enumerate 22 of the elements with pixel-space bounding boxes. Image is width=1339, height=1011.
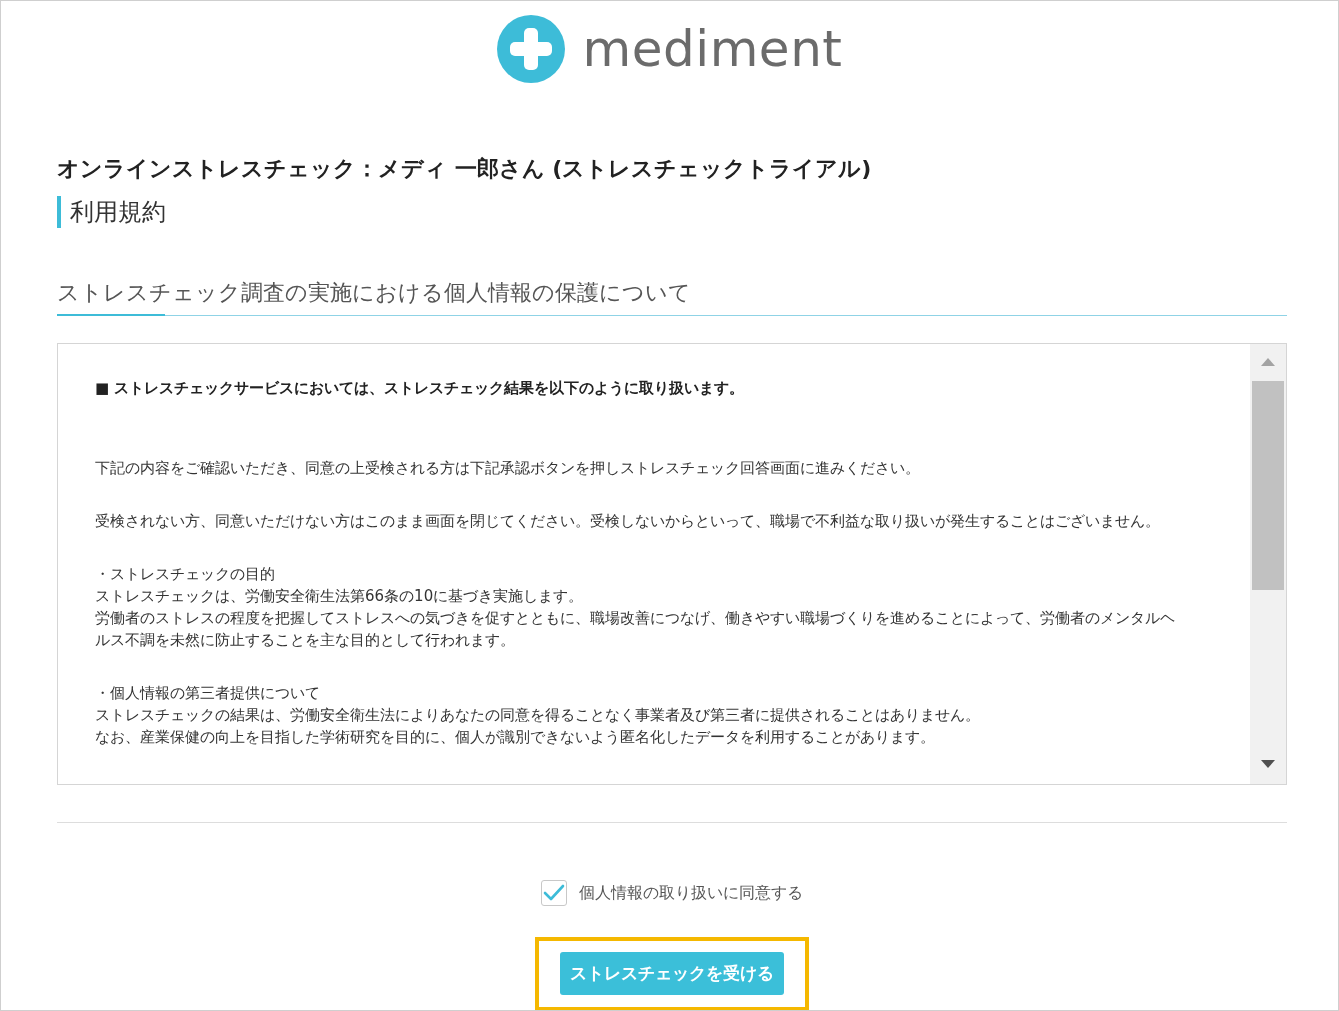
logo-plus-icon xyxy=(496,15,565,83)
section-heading: ストレスチェック調査の実施における個人情報の保護について xyxy=(57,279,692,307)
terms-text: なお、産業保健の向上を目指した学術研究を目的に、個人が識別できないよう匿名化したデータを利用することがあります。 xyxy=(95,727,936,748)
page-subtitle: 利用規約 xyxy=(57,196,166,228)
agree-label: 個人情報の取り扱いに同意する xyxy=(579,882,803,904)
terms-text: 下記の内容をご確認いただき、同意の上受検される方は下記承認ボタンを押しストレスチェック回答画面に進みください。 xyxy=(95,458,921,479)
terms-text: 労働者のストレスの程度を把握してストレスへの気づきを促すとともに、職場改善につなげ、働きやすい職場づくりを進めることによって、労働者のメンタルヘルス不調を未然に防止することを主な目的として行われます。 xyxy=(95,608,1176,651)
terms-text: ・個人情報の第三者提供について xyxy=(95,683,321,704)
terms-text: ストレスチェックは、労働安全衛生法第66条の10に基づき実施します。 xyxy=(95,586,585,607)
submit-button[interactable]: ストレスチェックを受ける xyxy=(560,952,784,995)
scroll-down-icon[interactable] xyxy=(1261,760,1275,768)
check-icon xyxy=(543,884,565,902)
terms-text: ストレスチェックの結果は、労働安全衛生法によりあなたの同意を得ることなく事業者及び第三者に提供されることはありません。 xyxy=(95,705,981,726)
scrollbar-thumb[interactable] xyxy=(1252,381,1284,590)
logo-wordmark: mediment xyxy=(582,20,843,78)
page-title: オンラインストレスチェック：メディ 一郎さん (ストレスチェックトライアル) xyxy=(57,155,873,183)
scrollbar[interactable] xyxy=(1250,344,1286,784)
terms-text: 受検されない方、同意いただけない方はこのまま画面を閉じてください。受検しないからといって、職場で不利益な取り扱いが発生することはございません。 xyxy=(95,511,1161,532)
terms-text: ・ストレスチェックの目的 xyxy=(95,564,276,585)
scroll-up-icon[interactable] xyxy=(1261,358,1275,366)
terms-intro: ■ ストレスチェックサービスにおいては、ストレスチェック結果を以下のように取り扱います。 xyxy=(95,378,746,399)
agree-checkbox[interactable] xyxy=(541,880,567,906)
